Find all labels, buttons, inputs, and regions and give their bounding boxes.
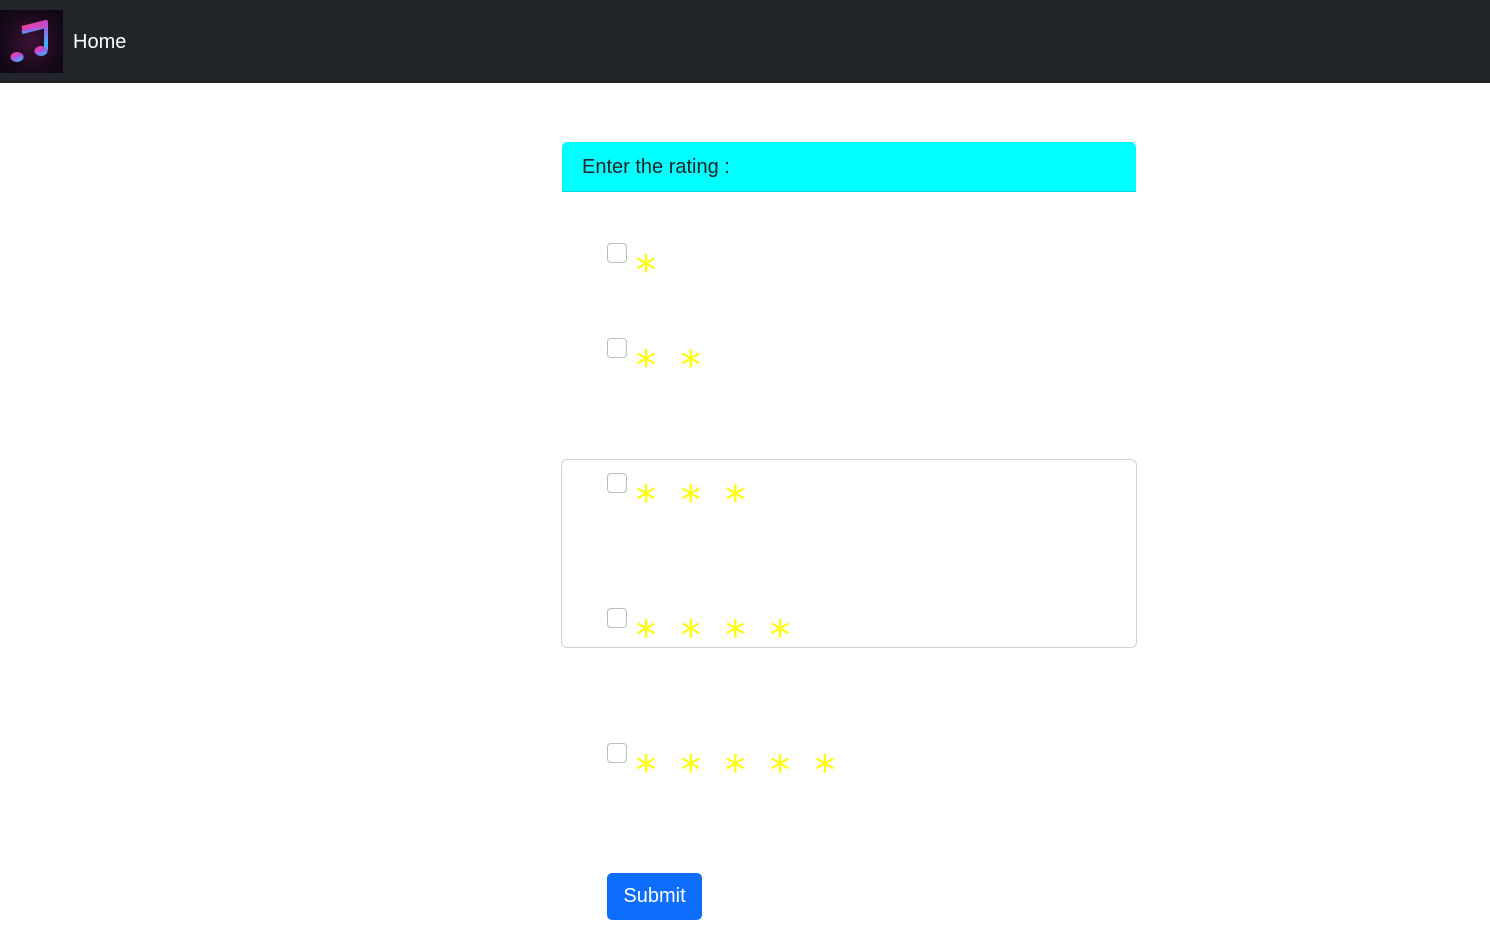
rating-3-stars: * * * xyxy=(636,478,752,524)
rating-option-1[interactable]: * xyxy=(607,243,907,293)
rating-option-3[interactable]: * * * xyxy=(607,473,907,523)
rating-5-checkbox[interactable] xyxy=(607,743,627,763)
rating-option-5[interactable]: * * * * * xyxy=(607,743,907,793)
music-note-icon[interactable] xyxy=(0,10,63,73)
rating-option-2[interactable]: * * xyxy=(607,338,907,388)
nav-home-link[interactable]: Home xyxy=(73,29,126,55)
rating-form-title: Enter the rating : xyxy=(582,156,730,178)
rating-1-checkbox[interactable] xyxy=(607,243,627,263)
navbar: Home xyxy=(0,0,1490,83)
rating-4-stars: * * * * xyxy=(636,613,797,659)
rating-4-checkbox[interactable] xyxy=(607,608,627,628)
rating-option-4[interactable]: * * * * xyxy=(607,608,907,658)
rating-2-stars: * * xyxy=(636,343,707,389)
rating-2-checkbox[interactable] xyxy=(607,338,627,358)
rating-1-stars: * xyxy=(636,248,662,294)
rating-3-checkbox[interactable] xyxy=(607,473,627,493)
submit-button[interactable]: Submit xyxy=(607,873,702,920)
rating-form-header: Enter the rating : xyxy=(562,142,1136,192)
rating-5-stars: * * * * * xyxy=(636,748,841,794)
